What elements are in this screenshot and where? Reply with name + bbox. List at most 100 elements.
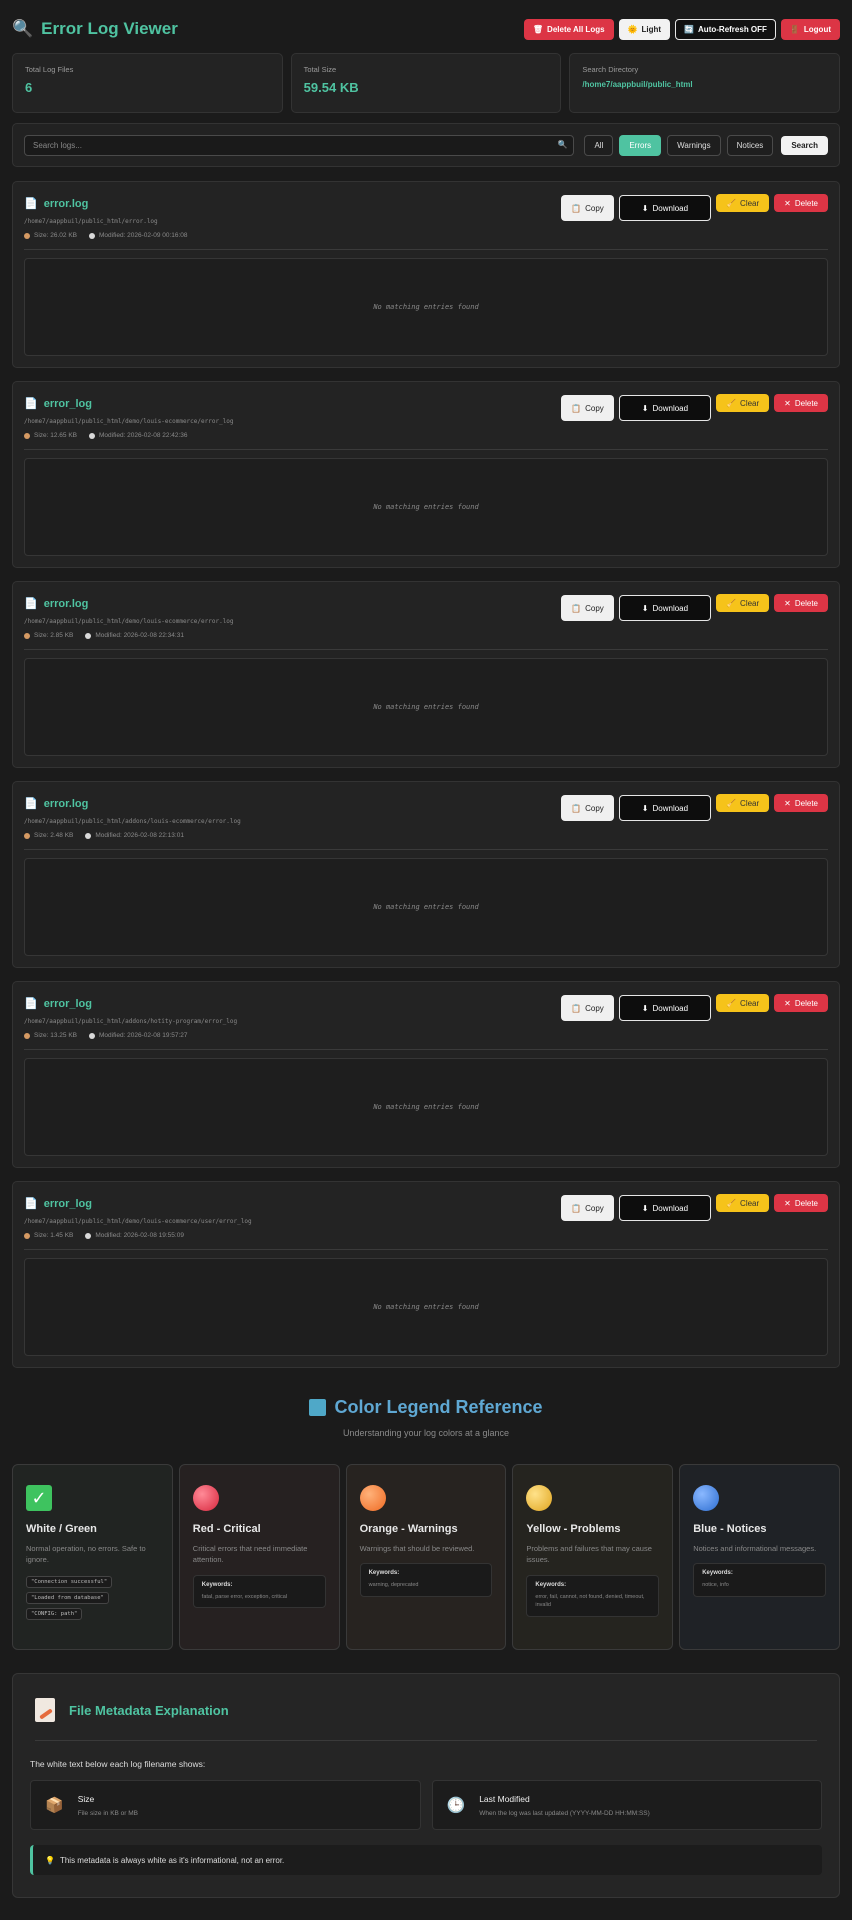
broom-icon: 🧹 — [726, 998, 737, 1008]
delete-button[interactable]: ✕ Delete — [774, 1194, 828, 1212]
download-button[interactable]: ⬇ Download — [618, 395, 712, 421]
delete-all-logs-button[interactable]: 🗑 Delete All Logs — [523, 18, 614, 40]
app-title: 🔍 Error Log Viewer — [12, 19, 178, 39]
download-button[interactable]: ⬇ Download — [618, 595, 712, 621]
log-card: 📄 error_log /home7/aappbuil/public_html/… — [12, 381, 840, 568]
download-icon: ⬇ — [641, 1203, 649, 1213]
log-size: Size: 2.48 KB — [34, 832, 74, 839]
file-icon: 📄 — [24, 1198, 38, 1210]
empty-message: No matching entries found — [373, 1103, 479, 1111]
download-button[interactable]: ⬇ Download — [618, 1195, 712, 1221]
empty-message: No matching entries found — [373, 703, 479, 711]
blue-circle-icon — [693, 1485, 720, 1511]
clear-button[interactable]: 🧹 Clear — [716, 194, 770, 212]
page-title: Error Log Viewer — [41, 19, 178, 38]
log-card: 📄 error.log /home7/aappbuil/public_html/… — [12, 781, 840, 968]
orange-circle-icon — [359, 1485, 386, 1511]
empty-message: No matching entries found — [373, 903, 479, 911]
log-modified: Modified: 2026-02-09 00:16:08 — [99, 232, 188, 239]
copy-button[interactable]: 📋 Copy — [561, 1195, 614, 1221]
copy-button[interactable]: 📋 Copy — [561, 195, 614, 221]
close-icon: ✕ — [784, 798, 791, 808]
file-icon: 📄 — [24, 398, 38, 410]
delete-button[interactable]: ✕ Delete — [774, 994, 828, 1012]
search-wrap: 🔍 — [24, 134, 575, 156]
metadata-modified-card: 🕒 Last Modified When the log was last up… — [431, 1780, 822, 1830]
keywords-box: Keywords: warning, deprecated — [359, 1563, 493, 1598]
metadata-size-card: 📦 Size File size in KB or MB — [30, 1780, 421, 1830]
delete-button[interactable]: ✕ Delete — [774, 394, 828, 412]
metadata-note: 💡 This metadata is always white as it's … — [30, 1845, 822, 1875]
search-icon[interactable]: 🔍 — [557, 140, 567, 149]
clear-button[interactable]: 🧹 Clear — [716, 994, 770, 1012]
search-input[interactable] — [24, 134, 575, 156]
log-path: /home7/aappbuil/public_html/addons/louis… — [24, 818, 241, 825]
close-icon: ✕ — [784, 598, 791, 608]
checkmark-icon: ✓ — [26, 1485, 52, 1511]
copy-button[interactable]: 📋 Copy — [561, 395, 614, 421]
log-path: /home7/aappbuil/public_html/demo/louis-e… — [24, 618, 234, 625]
log-meta: Size: 2.48 KB Modified: 2026-02-08 22:13… — [24, 832, 184, 839]
stat-search-directory: Search Directory /home7/aappbuil/public_… — [569, 53, 841, 113]
log-modified: Modified: 2026-02-08 22:34:31 — [95, 632, 184, 639]
log-entries: No matching entries found — [24, 658, 828, 756]
download-button[interactable]: ⬇ Download — [618, 195, 712, 221]
size-icon — [24, 632, 30, 639]
clear-button[interactable]: 🧹 Clear — [716, 394, 770, 412]
close-icon: ✕ — [784, 198, 791, 208]
download-button[interactable]: ⬇ Download — [618, 995, 712, 1021]
clear-button[interactable]: 🧹 Clear — [716, 1194, 770, 1212]
clipboard-icon: 📋 — [571, 1203, 582, 1213]
delete-button[interactable]: ✕ Delete — [774, 194, 828, 212]
log-modified: Modified: 2026-02-08 22:13:01 — [95, 832, 184, 839]
search-icon: 🔍 — [12, 19, 34, 38]
divider — [35, 1740, 817, 1741]
keywords-box: Keywords: error, fail, cannot, not found… — [526, 1574, 660, 1618]
broom-icon: 🧹 — [726, 398, 737, 408]
light-theme-button[interactable]: 🌞 Light — [618, 18, 671, 40]
log-meta: Size: 13.25 KB Modified: 2026-02-08 19:5… — [24, 1032, 188, 1039]
delete-button[interactable]: ✕ Delete — [774, 594, 828, 612]
clear-button[interactable]: 🧹 Clear — [716, 594, 770, 612]
file-icon: 📄 — [24, 198, 38, 210]
log-path: /home7/aappbuil/public_html/demo/louis-e… — [24, 1218, 252, 1225]
legend-card-orange: Orange - Warnings Warnings that should b… — [345, 1464, 507, 1650]
copy-button[interactable]: 📋 Copy — [561, 995, 614, 1021]
logout-button[interactable]: 🚪 Logout — [780, 18, 840, 40]
trash-icon: 🗑 — [532, 24, 544, 34]
log-size: Size: 26.02 KB — [34, 232, 77, 239]
clipboard-icon: 📋 — [571, 603, 582, 613]
stats-row: Total Log Files 6 Total Size 59.54 KB Se… — [12, 53, 841, 113]
download-button[interactable]: ⬇ Download — [618, 795, 712, 821]
clipboard-icon: 📋 — [571, 203, 582, 213]
filter-errors-button[interactable]: Errors — [619, 134, 662, 156]
log-card: 📄 error.log /home7/aappbuil/public_html/… — [12, 181, 840, 368]
filter-warnings-button[interactable]: Warnings — [667, 134, 721, 156]
clock-icon — [89, 1032, 95, 1039]
delete-button[interactable]: ✕ Delete — [774, 794, 828, 812]
clock-icon — [85, 832, 92, 839]
log-entries: No matching entries found — [24, 258, 828, 356]
auto-refresh-button[interactable]: 🔄 Auto-Refresh OFF — [675, 18, 776, 40]
log-filename: error.log — [43, 597, 89, 610]
clear-button[interactable]: 🧹 Clear — [716, 794, 770, 812]
clock-icon — [85, 632, 92, 639]
filter-all-button[interactable]: All — [584, 134, 614, 156]
search-button[interactable]: Search — [781, 135, 828, 155]
empty-message: No matching entries found — [373, 503, 479, 511]
refresh-icon: 🔄 — [684, 24, 695, 34]
legend-card-blue: Blue - Notices Notices and informational… — [679, 1464, 840, 1650]
copy-button[interactable]: 📋 Copy — [561, 595, 614, 621]
card-actions: 📋 Copy ⬇ Download 🧹 Clear ✕ Delete — [561, 1194, 828, 1221]
document-pen-icon — [35, 1698, 55, 1722]
stat-total-files: Total Log Files 6 — [12, 53, 283, 113]
filter-notices-button[interactable]: Notices — [726, 134, 774, 156]
log-size: Size: 13.25 KB — [34, 1032, 77, 1039]
red-circle-icon — [192, 1485, 219, 1511]
clock-icon: 🕒 — [446, 1797, 466, 1814]
clock-icon — [85, 1232, 92, 1239]
log-modified: Modified: 2026-02-08 19:55:09 — [95, 1232, 184, 1239]
copy-button[interactable]: 📋 Copy — [561, 795, 614, 821]
search-bar: 🔍 All Errors Warnings Notices Search — [12, 123, 840, 167]
card-actions: 📋 Copy ⬇ Download 🧹 Clear ✕ Delete — [561, 194, 828, 221]
